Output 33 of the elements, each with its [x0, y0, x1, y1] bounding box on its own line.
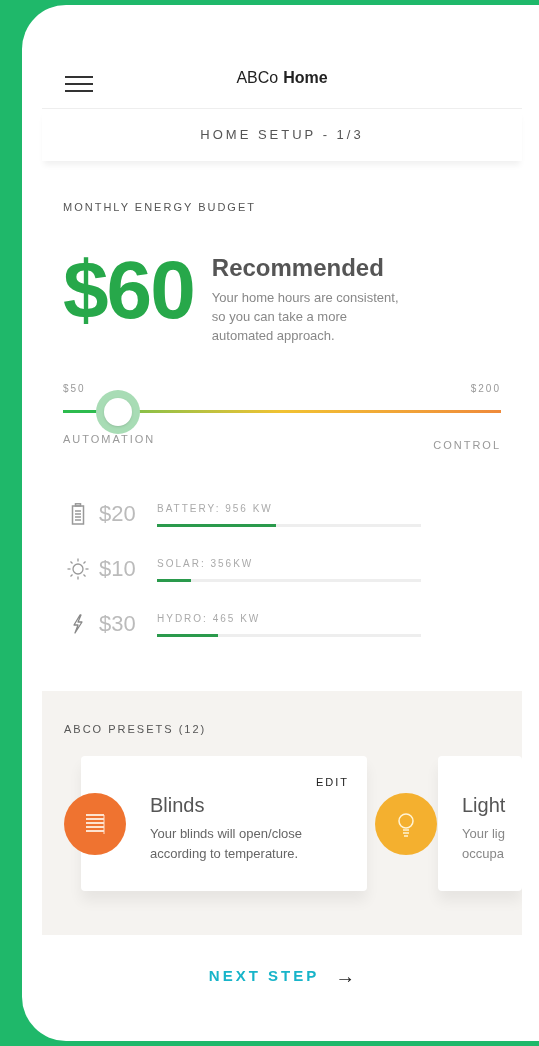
sun-icon — [67, 557, 89, 580]
source-label: SOLAR: 356KW — [157, 556, 255, 571]
automation-label: AUTOMATION — [63, 431, 156, 447]
edit-button[interactable]: EDIT — [315, 773, 349, 788]
control-label: CONTROL — [433, 437, 501, 453]
lightning-icon — [71, 613, 85, 634]
recommended-title: Recommended — [211, 252, 385, 283]
preset-description: occupa — [462, 844, 505, 863]
source-label: HYDRO: 465 KW — [157, 611, 262, 626]
arrow-icon: → — [335, 961, 356, 991]
preset-description: Your blinds will open/close according to temperature. — [150, 824, 303, 863]
preset-card[interactable]: EDIT Blinds Your blinds will open/close according to temperature. — [81, 755, 367, 891]
preset-card[interactable]: Light Your lig occupa — [438, 755, 522, 891]
source-amount: $30 — [99, 610, 137, 638]
recommendation-text: Your home hours are consistent, so you can take a more automated approach. — [211, 288, 400, 345]
source-amount: $20 — [99, 500, 137, 528]
source-label: BATTERY: 956 KW — [157, 501, 274, 516]
source-amount: $10 — [99, 555, 137, 583]
next-step-button[interactable]: NEXT STEP → — [208, 961, 356, 991]
section-label: MONTHLY ENERGY BUDGET — [63, 200, 257, 215]
app-title: ABCo — [236, 68, 279, 88]
preset-title: Light — [462, 792, 507, 818]
preset-title: Blinds — [150, 792, 206, 818]
max-value: $200 — [470, 381, 501, 396]
step-indicator: HOME SETUP - 1/3 — [200, 126, 364, 145]
menu-button[interactable] — [65, 74, 93, 94]
battery-icon — [71, 502, 85, 525]
min-value: $50 — [63, 381, 86, 396]
budget-amount: $60 — [63, 249, 194, 330]
preset-description: Your lig — [462, 824, 506, 843]
presets-title: ABCO PRESETS (12) — [64, 722, 208, 737]
app-title-bold: Home — [283, 68, 328, 88]
menu-icon — [65, 75, 93, 93]
